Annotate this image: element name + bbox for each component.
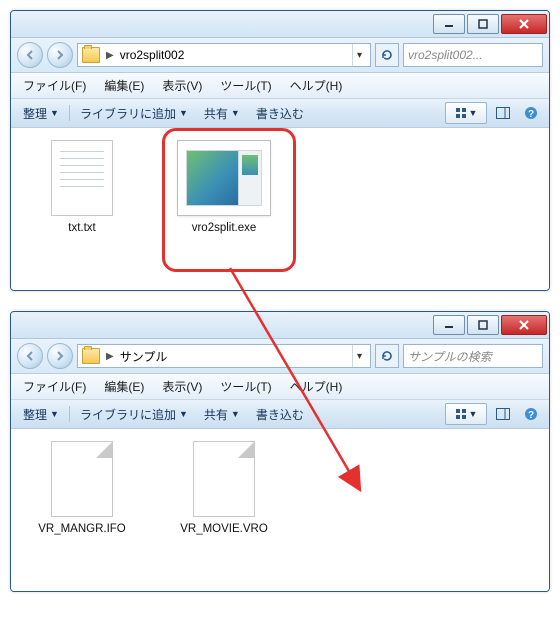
address-bar[interactable]: ▶ vro2split002 ▾ [77, 43, 371, 67]
address-text: サンプル [120, 348, 168, 365]
file-vr-movie-vro[interactable]: VR_MOVIE.VRO [169, 441, 279, 535]
address-dropdown[interactable]: ▾ [352, 345, 366, 367]
menu-tools[interactable]: ツール(T) [212, 376, 279, 397]
burn-button[interactable]: 書き込む [250, 404, 310, 425]
preview-pane-button[interactable] [491, 403, 515, 425]
address-text: vro2split002 [120, 48, 185, 62]
close-button[interactable] [501, 14, 547, 34]
maximize-button[interactable] [467, 14, 499, 34]
file-label: VR_MOVIE.VRO [180, 523, 268, 535]
menu-edit[interactable]: 編集(E) [96, 376, 152, 397]
separator [69, 406, 70, 422]
navbar: ▶ vro2split002 ▾ vro2split002... [11, 38, 549, 73]
menu-file[interactable]: ファイル(F) [15, 75, 94, 96]
file-list: VR_MANGR.IFO VR_MOVIE.VRO [11, 429, 549, 591]
menu-edit[interactable]: 編集(E) [96, 75, 152, 96]
search-placeholder: vro2split002... [408, 48, 483, 62]
view-mode-button[interactable]: ▼ [445, 102, 487, 124]
folder-icon [82, 47, 100, 63]
menu-view[interactable]: 表示(V) [154, 75, 210, 96]
share-button[interactable]: 共有▼ [198, 103, 246, 124]
minimize-button[interactable] [433, 14, 465, 34]
navbar: ▶ サンプル ▾ サンプルの検索 [11, 339, 549, 374]
svg-text:?: ? [528, 410, 534, 421]
chevron-right-icon: ▶ [104, 50, 116, 61]
menubar: ファイル(F) 編集(E) 表示(V) ツール(T) ヘルプ(H) [11, 73, 549, 99]
titlebar [11, 312, 549, 339]
help-button[interactable]: ? [519, 102, 543, 124]
minimize-button[interactable] [433, 315, 465, 335]
library-button[interactable]: ライブラリに追加▼ [74, 404, 194, 425]
menu-view[interactable]: 表示(V) [154, 376, 210, 397]
toolbar: 整理▼ ライブラリに追加▼ 共有▼ 書き込む ▼ ? [11, 400, 549, 429]
burn-button[interactable]: 書き込む [250, 103, 310, 124]
generic-file-icon [51, 441, 113, 517]
preview-pane-button[interactable] [491, 102, 515, 124]
organize-button[interactable]: 整理▼ [17, 103, 65, 124]
menu-tools[interactable]: ツール(T) [212, 75, 279, 96]
file-label: txt.txt [68, 222, 95, 234]
text-file-icon [51, 140, 113, 216]
file-vro2split-exe[interactable]: vro2split.exe [169, 140, 279, 234]
exe-file-icon [177, 140, 271, 216]
explorer-window-2: ▶ サンプル ▾ サンプルの検索 ファイル(F) 編集(E) 表示(V) ツール… [10, 311, 550, 592]
file-vr-mangr-ifo[interactable]: VR_MANGR.IFO [27, 441, 137, 535]
organize-button[interactable]: 整理▼ [17, 404, 65, 425]
close-button[interactable] [501, 315, 547, 335]
file-label: vro2split.exe [192, 222, 257, 234]
generic-file-icon [193, 441, 255, 517]
back-button[interactable] [17, 343, 43, 369]
folder-icon [82, 348, 100, 364]
help-button[interactable]: ? [519, 403, 543, 425]
address-dropdown[interactable]: ▾ [352, 44, 366, 66]
maximize-button[interactable] [467, 315, 499, 335]
file-txt[interactable]: txt.txt [27, 140, 137, 234]
separator [69, 105, 70, 121]
svg-text:?: ? [528, 109, 534, 120]
back-button[interactable] [17, 42, 43, 68]
address-bar[interactable]: ▶ サンプル ▾ [77, 344, 371, 368]
menubar: ファイル(F) 編集(E) 表示(V) ツール(T) ヘルプ(H) [11, 374, 549, 400]
menu-help[interactable]: ヘルプ(H) [282, 75, 351, 96]
toolbar: 整理▼ ライブラリに追加▼ 共有▼ 書き込む ▼ ? [11, 99, 549, 128]
menu-help[interactable]: ヘルプ(H) [282, 376, 351, 397]
explorer-window-1: ▶ vro2split002 ▾ vro2split002... ファイル(F)… [10, 10, 550, 291]
view-mode-button[interactable]: ▼ [445, 403, 487, 425]
library-button[interactable]: ライブラリに追加▼ [74, 103, 194, 124]
search-placeholder: サンプルの検索 [408, 348, 492, 365]
forward-button[interactable] [47, 343, 73, 369]
search-input[interactable]: サンプルの検索 [403, 344, 543, 368]
refresh-button[interactable] [375, 43, 399, 67]
menu-file[interactable]: ファイル(F) [15, 376, 94, 397]
titlebar [11, 11, 549, 38]
share-button[interactable]: 共有▼ [198, 404, 246, 425]
refresh-button[interactable] [375, 344, 399, 368]
forward-button[interactable] [47, 42, 73, 68]
search-input[interactable]: vro2split002... [403, 43, 543, 67]
file-label: VR_MANGR.IFO [38, 523, 126, 535]
file-list: txt.txt vro2split.exe [11, 128, 549, 290]
chevron-right-icon: ▶ [104, 351, 116, 362]
